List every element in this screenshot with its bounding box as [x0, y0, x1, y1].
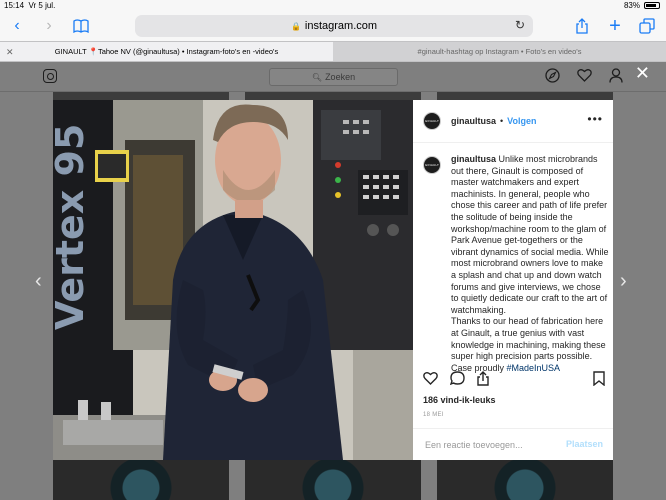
tab-ginault-hashtag[interactable]: #ginault-hashtag op Instagram • Foto's e…	[333, 42, 666, 61]
instagram-header: 🔍︎ Zoeken	[0, 62, 666, 92]
search-box[interactable]: 🔍︎ Zoeken	[269, 68, 398, 86]
url-text: instagram.com	[304, 20, 378, 32]
caption-text: Unlike most microbrands out there, Ginau…	[451, 154, 609, 315]
reload-icon[interactable]: ↻	[515, 18, 525, 32]
tab-label: #ginault-hashtag op Instagram • Foto's e…	[417, 47, 582, 56]
battery-icon	[644, 2, 660, 9]
background-thumbnails	[53, 92, 613, 100]
tab-ginault-profile[interactable]: ✕ GINAULT 📍Tahoe NV (@ginaultusa) • Inst…	[0, 42, 333, 61]
previous-post-icon[interactable]: ‹	[35, 270, 42, 293]
search-placeholder: Zoeken	[325, 72, 356, 82]
tabs-overview-icon[interactable]	[636, 15, 658, 37]
profile-icon[interactable]	[609, 68, 623, 86]
machine-brand-text: Vertex 95	[53, 124, 92, 330]
follow-button[interactable]: Volgen	[507, 116, 536, 126]
caption-username[interactable]: ginaultusa	[451, 154, 496, 164]
likes-count[interactable]: 186 vind-ik-leuks	[423, 395, 496, 405]
post-header: GINAULT ginaultusa • Volgen •••	[413, 100, 613, 143]
avatar[interactable]: GINAULT	[423, 112, 441, 130]
next-post-icon[interactable]: ›	[620, 270, 627, 293]
comment-icon[interactable]	[449, 371, 465, 388]
post-photo[interactable]: Vertex 95	[53, 100, 413, 460]
caption-avatar[interactable]: GINAULT	[423, 156, 441, 174]
forward-icon[interactable]: ›	[38, 15, 60, 37]
explore-icon[interactable]	[545, 68, 560, 86]
like-heart-icon[interactable]	[423, 371, 438, 388]
new-tab-icon[interactable]: +	[604, 15, 626, 37]
post-actions	[423, 371, 605, 391]
share-post-icon[interactable]	[476, 371, 490, 389]
separator-dot: •	[500, 116, 504, 126]
tab-label: GINAULT 📍Tahoe NV (@ginaultusa) • Instag…	[54, 47, 279, 56]
lock-icon: 🔒	[290, 21, 301, 31]
back-icon[interactable]: ‹	[6, 15, 28, 37]
post-comment-button[interactable]: Plaatsen	[566, 439, 603, 449]
status-date: Vr 5 jul.	[28, 1, 56, 10]
post-username[interactable]: ginaultusa	[451, 116, 496, 126]
bookmark-icon[interactable]	[593, 371, 605, 389]
more-options-icon[interactable]: •••	[587, 112, 603, 126]
comment-input[interactable]	[423, 437, 553, 453]
battery-percent: 83%	[623, 1, 640, 10]
share-icon[interactable]	[571, 15, 593, 37]
close-tab-icon[interactable]: ✕	[6, 47, 14, 58]
address-bar[interactable]: 🔒 instagram.com ↻	[135, 15, 533, 37]
post-date: 18 MEI	[423, 412, 444, 418]
bookmarks-icon[interactable]	[70, 15, 92, 37]
close-modal-icon[interactable]: ✕	[635, 63, 650, 84]
comment-box: Plaatsen	[413, 428, 613, 460]
status-bar: 15:14 Vr 5 jul. 83%	[0, 0, 666, 11]
post-panel: GINAULT ginaultusa • Volgen ••• GINAULT …	[413, 100, 613, 460]
status-time: 15:14	[4, 1, 25, 10]
instagram-logo-icon[interactable]	[43, 69, 57, 83]
tab-bar: ✕ GINAULT 📍Tahoe NV (@ginaultusa) • Inst…	[0, 41, 666, 62]
search-icon: 🔍︎	[311, 72, 323, 82]
heart-icon[interactable]	[577, 68, 592, 85]
browser-toolbar: ‹ › 🔒 instagram.com ↻ +	[0, 11, 666, 41]
background-thumbnails-bottom	[53, 460, 613, 500]
